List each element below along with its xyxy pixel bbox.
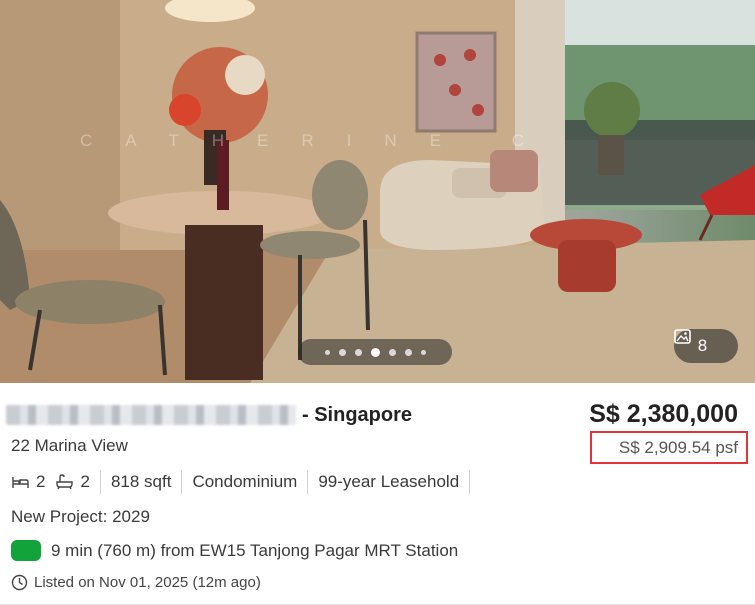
bathrooms-count: 2 [80,472,90,491]
bedrooms-spec: 2 [11,472,55,492]
psf-highlight-box: S$ 2,909.54 psf [590,431,748,464]
price-per-sqft: S$ 2,909.54 psf [618,437,738,457]
mrt-distance-text: 9 min (760 m) from EW15 Tanjong Pagar MR… [51,540,459,560]
bathrooms-spec: 2 [55,472,99,492]
listing-title[interactable]: - Singapore [6,402,412,428]
watermark-text: CATHERINE C [80,131,557,150]
clock-icon [11,574,28,591]
property-type: Condominium [192,472,298,491]
listed-date: Listed on Nov 01, 2025 (12m ago) [11,574,261,591]
listing-title-suffix: - Singapore [302,403,413,426]
gallery-dot[interactable] [354,348,362,356]
divider [469,470,471,494]
gallery-dot[interactable] [404,348,412,356]
interior-scene-illustration: CATHERINE C [0,0,755,383]
area-spec: 818 sqft [111,472,182,492]
mrt-line-badge [11,540,41,561]
photo-count: 8 [697,336,708,355]
tenure-spec: 99-year Leasehold [318,472,469,492]
listing-address: 22 Marina View [11,436,128,455]
floor-area: 818 sqft [110,472,172,491]
divider [181,470,183,494]
bathtub-icon [55,474,74,490]
listing-card[interactable]: CATHERINE C 8 - Singapore S$ 2,380,000 2… [0,0,755,605]
listing-price: S$ 2,380,000 [589,400,738,428]
gallery-dot[interactable] [338,348,346,356]
listing-specs: 2 2 818 sqft Condominium 99-year Leaseho… [11,468,480,496]
photo-count-badge[interactable]: 8 [674,329,738,363]
listing-photo[interactable]: CATHERINE C 8 [0,0,755,383]
gallery-dot[interactable] [420,349,426,355]
bed-icon [11,475,30,490]
property-type-spec: Condominium [192,472,307,492]
tenure: 99-year Leasehold [318,472,460,491]
divider [307,470,309,494]
divider [99,470,101,494]
gallery-dot-active[interactable] [370,347,380,357]
redacted-title-region [6,405,296,425]
gallery-dot[interactable] [388,348,396,356]
listed-date-text: Listed on Nov 01, 2025 (12m ago) [34,574,261,591]
gallery-dot[interactable] [324,349,330,355]
project-completion: New Project: 2029 [11,507,150,526]
gallery-pagination[interactable] [298,339,452,365]
bedrooms-count: 2 [36,472,46,491]
mrt-distance: 9 min (760 m) from EW15 Tanjong Pagar MR… [11,540,458,561]
